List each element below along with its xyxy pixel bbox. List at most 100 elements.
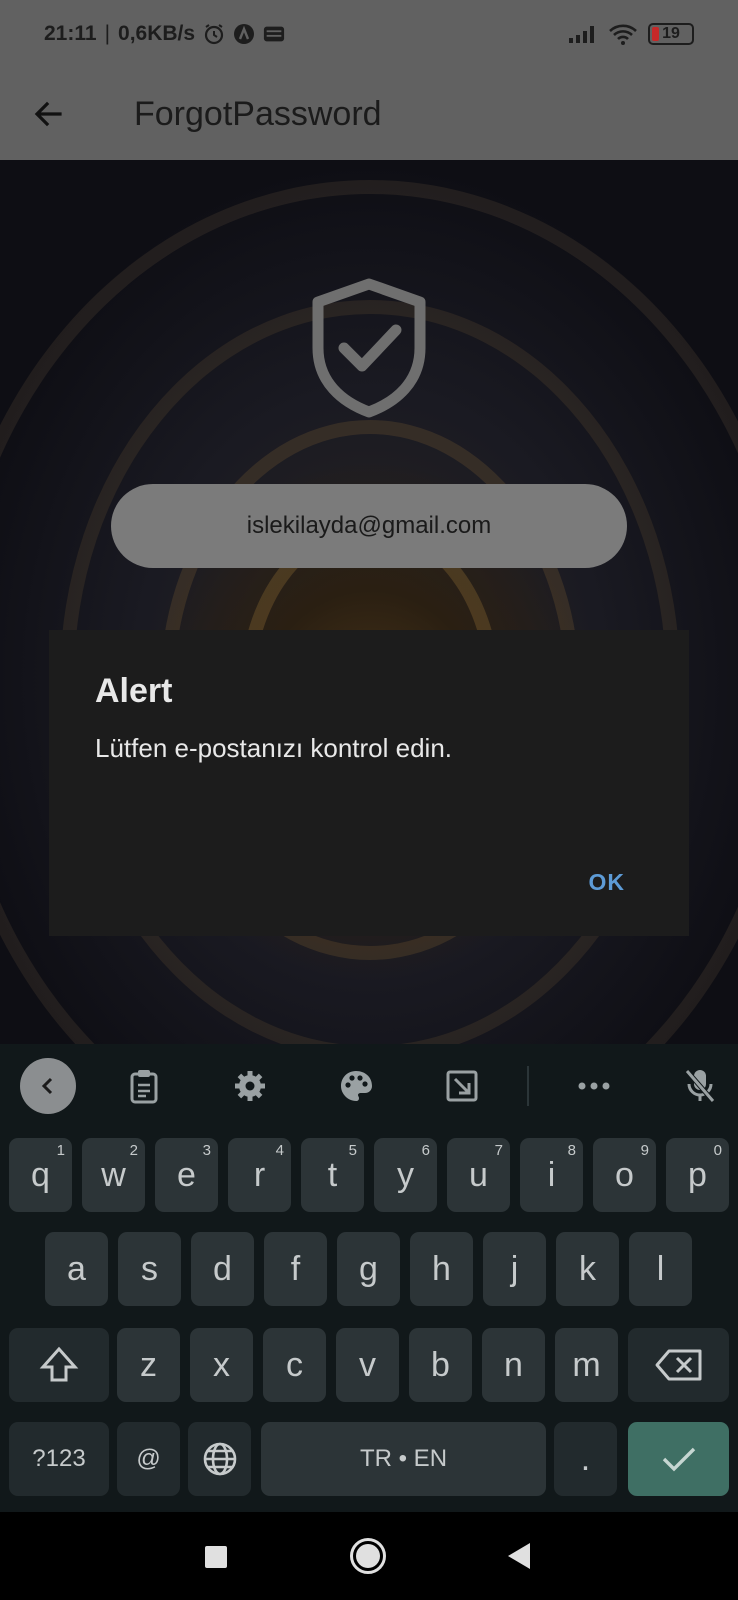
key-g[interactable]: g [337,1232,400,1306]
key-m[interactable]: m [555,1328,618,1402]
key-hint: 2 [129,1142,138,1159]
keyboard: q 1 w 2 e 3 r 4 t 5 y 6 u 7 i 8 o 9 p 0 a s d f g h j k l z x c v b n m ?123… [0,1044,738,1512]
key-hint: 5 [348,1142,357,1159]
key-label: o [615,1155,634,1194]
key-label: r [253,1155,266,1194]
key-q[interactable]: q1 [9,1138,72,1212]
ok-button[interactable]: OK [589,869,626,896]
key-label: z [140,1345,157,1384]
key-e[interactable]: e3 [155,1138,218,1212]
shift-key[interactable] [9,1328,109,1402]
key-label: . [580,1439,591,1478]
alert-dialog: Alert Lütfen e-postanızı kontrol edin. O… [49,630,689,936]
key-x[interactable]: x [190,1328,253,1402]
clipboard-icon[interactable] [124,1066,164,1106]
key-n[interactable]: n [482,1328,545,1402]
key-label: d [213,1249,232,1288]
key-o[interactable]: o9 [593,1138,656,1212]
key-label: w [101,1155,126,1194]
key-s[interactable]: s [118,1232,181,1306]
signal-icon [568,23,598,45]
key-i[interactable]: i8 [520,1138,583,1212]
key-a[interactable]: a [45,1232,108,1306]
key-j[interactable]: j [483,1232,546,1306]
status-time: 21:11 [44,22,97,45]
key-label: g [359,1249,378,1288]
alarm-icon [203,23,225,45]
space-key[interactable]: TR • EN [261,1422,546,1496]
key-label: y [397,1155,414,1194]
key-d[interactable]: d [191,1232,254,1306]
key-label: n [504,1345,523,1384]
key-label: f [290,1249,301,1288]
dialog-message: Lütfen e-postanızı kontrol edin. [95,733,453,763]
key-c[interactable]: c [263,1328,326,1402]
arrow-back-icon[interactable] [20,86,76,142]
palette-icon[interactable] [336,1066,376,1106]
key-label: TR • EN [359,1445,448,1472]
key-t[interactable]: t5 [301,1138,364,1212]
key-r[interactable]: r4 [228,1138,291,1212]
keyboard-toolbar [0,1044,738,1128]
wifi-icon [608,23,638,45]
key-z[interactable]: z [117,1328,180,1402]
key-w[interactable]: w2 [82,1138,145,1212]
key-u[interactable]: u7 [447,1138,510,1212]
key-label: l [656,1249,665,1288]
backspace-icon [655,1349,701,1381]
key-label: j [510,1249,519,1288]
more-icon[interactable] [574,1066,614,1106]
key-v[interactable]: v [336,1328,399,1402]
resize-icon[interactable] [442,1066,482,1106]
network-speed: 0,6KB/s [118,22,196,45]
key-f[interactable]: f [264,1232,327,1306]
app-bar: ForgotPassword [0,68,738,160]
check-icon [662,1447,695,1472]
key-label: u [469,1155,488,1194]
key-label: q [31,1155,50,1194]
key-hint: 4 [275,1142,284,1159]
language-key[interactable] [188,1422,251,1496]
key-label: v [359,1345,376,1384]
home-button[interactable] [350,1538,386,1574]
symbols-key[interactable]: ?123 [9,1422,109,1496]
key-label: t [327,1155,338,1194]
key-label: ?123 [32,1445,86,1472]
key-hint: 1 [56,1142,65,1159]
at-key[interactable]: @ [117,1422,180,1496]
shield-check-icon [306,278,432,418]
key-label: x [213,1345,230,1384]
key-label: m [572,1345,601,1384]
key-hint: 0 [713,1142,722,1159]
key-label: b [431,1345,450,1384]
back-button[interactable] [508,1543,530,1569]
key-k[interactable]: k [556,1232,619,1306]
status-bar: 21:11 | 0,6KB/s 19 [0,0,738,68]
key-l[interactable]: l [629,1232,692,1306]
recents-button[interactable] [205,1546,227,1568]
chevron-left-icon[interactable] [20,1058,76,1114]
key-b[interactable]: b [409,1328,472,1402]
key-y[interactable]: y6 [374,1138,437,1212]
webtoon-icon [263,23,285,45]
mic-off-icon[interactable] [680,1066,720,1106]
key-label: @ [136,1445,161,1472]
backspace-key[interactable] [628,1328,729,1402]
shift-icon [39,1346,79,1382]
email-field[interactable]: islekilayda@gmail.com [111,484,627,568]
settings-icon[interactable] [230,1066,270,1106]
key-label: e [177,1155,196,1194]
page-title: ForgotPassword [134,94,382,133]
key-label: p [688,1155,707,1194]
enter-key[interactable] [628,1422,729,1496]
key-label: s [141,1249,158,1288]
key-h[interactable]: h [410,1232,473,1306]
dialog-title: Alert [95,672,173,710]
battery-icon: 19 [648,23,694,45]
period-key[interactable]: . [554,1422,617,1496]
key-p[interactable]: p0 [666,1138,729,1212]
key-hint: 9 [640,1142,649,1159]
system-nav-bar [0,1512,738,1600]
globe-icon [203,1442,236,1476]
key-label: a [67,1249,86,1288]
